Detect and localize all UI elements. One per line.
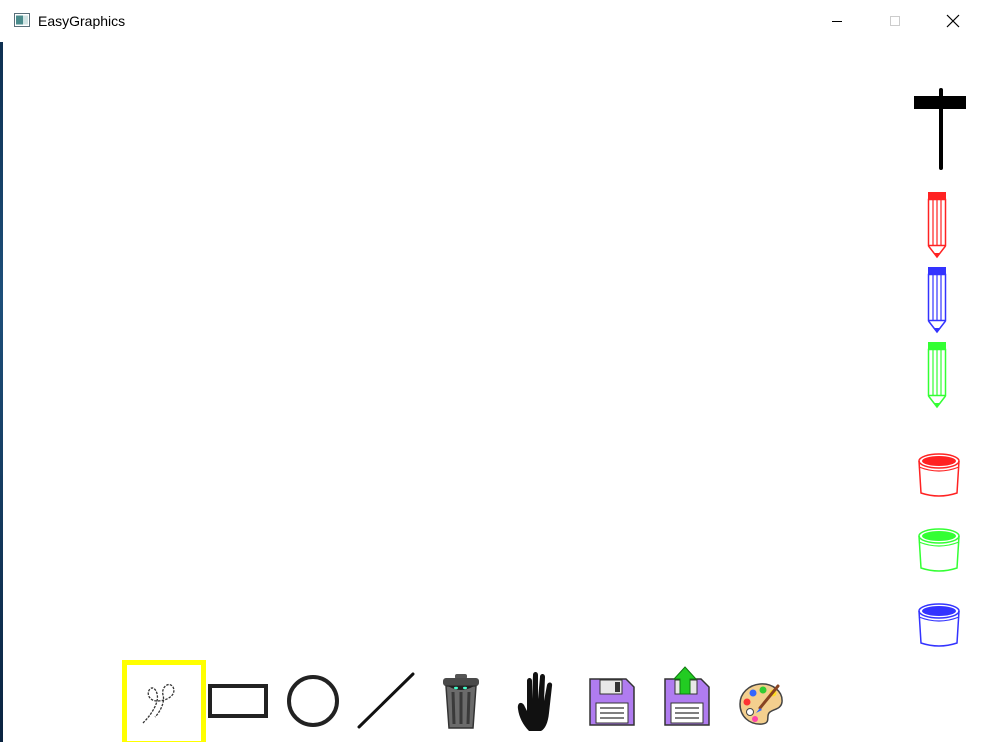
close-button[interactable]	[924, 0, 982, 42]
export-tool[interactable]	[663, 666, 711, 727]
save-icon	[589, 678, 635, 726]
green-pencil-tool[interactable]	[926, 341, 948, 409]
pencil-icon	[927, 342, 947, 409]
line-icon	[357, 672, 415, 729]
blue-pencil-tool[interactable]	[926, 266, 948, 334]
paint-bucket-icon	[918, 603, 960, 647]
green-fill-tool[interactable]	[917, 526, 961, 574]
app-icon	[14, 13, 30, 27]
red-fill-tool[interactable]	[917, 451, 961, 499]
pencil-icon	[927, 192, 947, 259]
freehand-tool[interactable]	[127, 665, 201, 741]
title-bar[interactable]: EasyGraphics	[0, 0, 982, 42]
freehand-icon	[142, 683, 175, 724]
drawing-canvas[interactable]	[3, 42, 982, 742]
hand-icon	[517, 672, 553, 731]
export-icon	[664, 666, 710, 726]
palette-icon	[739, 683, 783, 725]
minimize-button[interactable]	[808, 0, 866, 42]
pan-tool[interactable]	[515, 669, 559, 733]
color-palette-tool[interactable]	[738, 682, 784, 726]
trash-icon	[443, 674, 479, 729]
blue-fill-tool[interactable]	[917, 601, 961, 649]
circle-icon	[287, 675, 339, 727]
rectangle-tool[interactable]	[206, 680, 270, 722]
pen-width-icon	[914, 88, 966, 170]
paint-bucket-icon	[918, 528, 960, 572]
maximize-button[interactable]	[866, 0, 924, 42]
maximize-icon	[890, 16, 900, 26]
easygraphics-window: EasyGraphics	[0, 0, 982, 742]
rectangle-icon	[208, 684, 268, 718]
minimize-icon	[832, 21, 842, 22]
red-pencil-tool[interactable]	[926, 191, 948, 259]
line-tool[interactable]	[355, 670, 417, 732]
close-icon	[946, 14, 960, 28]
window-title: EasyGraphics	[38, 13, 126, 29]
paint-bucket-icon	[918, 453, 960, 497]
pencil-icon	[927, 267, 947, 334]
circle-tool[interactable]	[284, 672, 342, 730]
pen-width-tool[interactable]	[912, 88, 968, 170]
clear-canvas-tool[interactable]	[438, 672, 484, 730]
save-tool[interactable]	[588, 677, 636, 727]
